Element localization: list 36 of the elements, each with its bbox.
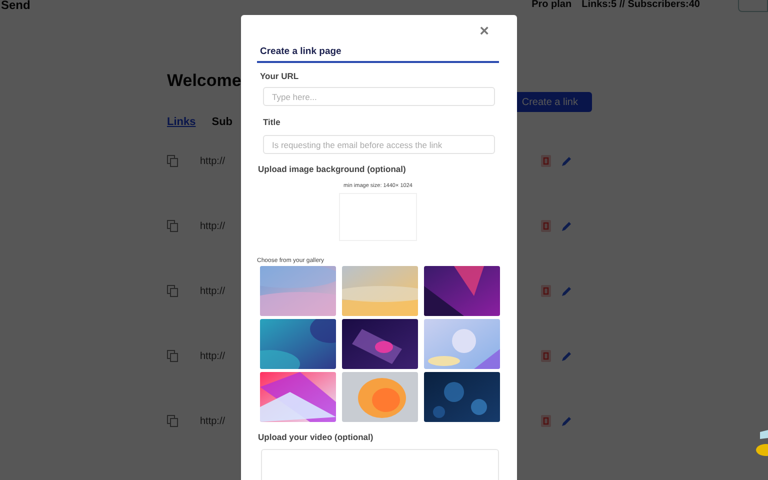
pencil-icon[interactable] [561,350,572,362]
tab[interactable]: Sub [212,116,233,128]
delete-icon[interactable] [541,350,551,362]
pencil-icon[interactable] [561,416,572,426]
brand-name: Send [1,0,30,12]
pencil-icon[interactable] [561,156,572,166]
plan-label: Pro plan [532,0,572,10]
field-label: Upload image background (optional) [258,164,407,174]
copy-icon[interactable] [167,220,178,232]
delete-icon[interactable] [541,415,551,427]
copy-icon[interactable] [167,155,178,167]
field-label: Title [263,117,282,127]
close-button[interactable]: × [480,25,489,39]
title-input[interactable]: Is requesting the email before access the link [263,135,495,154]
delete-icon[interactable] [541,220,551,232]
welcome-heading: Welcome [167,71,242,91]
link-url[interactable]: http:// [200,286,226,296]
pencil-icon[interactable] [561,220,572,232]
delete-icon[interactable] [541,155,551,167]
link-url[interactable]: http:// [200,416,226,426]
pencil-icon[interactable] [561,286,572,296]
video-drop-area[interactable] [261,449,499,480]
link-url[interactable]: http:// [200,156,226,166]
copy-icon[interactable] [167,285,178,297]
url-input[interactable]: Type here... [263,87,495,106]
link-url[interactable]: http:// [200,220,226,232]
delete-icon[interactable] [541,285,551,297]
tab[interactable]: Links [167,116,196,128]
copy-icon[interactable] [167,350,178,362]
account-button[interactable] [738,0,768,12]
modal-title: Create a link page [257,46,499,63]
stats-label: Links:5 // Subscribers:40 [582,0,700,10]
field-label: Your URL [260,71,300,81]
field-label: Upload your video (optional) [258,432,374,442]
link-url[interactable]: http:// [200,350,226,362]
copy-icon[interactable] [167,415,178,427]
